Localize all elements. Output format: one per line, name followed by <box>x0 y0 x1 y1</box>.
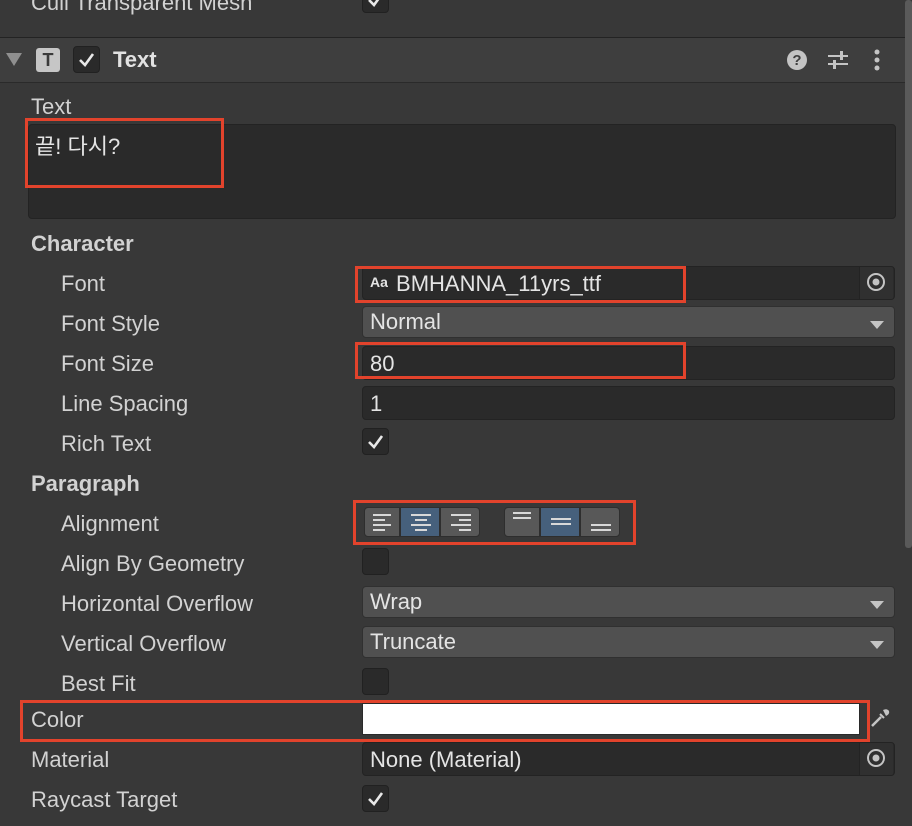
align-top-button[interactable] <box>504 507 540 537</box>
font-object-picker[interactable] <box>859 267 893 299</box>
vertical-overflow-dropdown[interactable]: Truncate <box>362 626 895 658</box>
rich-text-label: Rich Text <box>61 431 152 456</box>
cull-transparent-mesh-checkbox[interactable] <box>362 0 389 13</box>
rich-text-checkbox[interactable] <box>362 428 389 455</box>
help-icon[interactable]: ? <box>786 49 808 71</box>
line-spacing-input[interactable]: 1 <box>362 386 895 420</box>
align-center-icon <box>411 514 431 534</box>
font-size-input[interactable]: 80 <box>362 346 895 380</box>
font-field[interactable]: Aa BMHANNA_11yrs_ttf <box>362 266 895 300</box>
text-area-value: 끝! 다시? <box>35 134 121 159</box>
raycast-target-checkbox[interactable] <box>362 785 389 812</box>
font-label: Font <box>61 271 106 296</box>
chevron-down-icon <box>870 321 884 329</box>
horizontal-overflow-label: Horizontal Overflow <box>61 591 253 616</box>
line-spacing-label: Line Spacing <box>61 391 189 416</box>
align-bottom-button[interactable] <box>580 507 620 537</box>
chevron-down-icon <box>870 641 884 649</box>
best-fit-label: Best Fit <box>61 671 136 696</box>
cull-transparent-mesh-label: Cull Transparent Mesh <box>31 0 253 15</box>
checkmark-icon <box>368 0 380 7</box>
presets-icon[interactable] <box>826 49 850 71</box>
object-picker-icon <box>867 749 885 767</box>
horizontal-overflow-dropdown[interactable]: Wrap <box>362 586 895 618</box>
raycast-target-label: Raycast Target <box>31 787 178 812</box>
align-middle-button[interactable] <box>540 507 580 537</box>
align-top-icon <box>513 512 531 522</box>
align-by-geometry-checkbox[interactable] <box>362 548 389 575</box>
font-style-dropdown[interactable]: Normal <box>362 306 895 338</box>
color-label: Color <box>31 707 84 732</box>
object-picker-icon <box>867 273 885 291</box>
component-enabled-checkbox[interactable] <box>73 46 100 73</box>
text-area[interactable]: 끝! 다시? <box>28 124 896 219</box>
color-swatch[interactable] <box>362 703 860 735</box>
best-fit-checkbox[interactable] <box>362 668 389 695</box>
character-heading: Character <box>31 231 134 256</box>
text-label: Text <box>31 94 72 119</box>
font-asset-icon: Aa <box>370 274 388 290</box>
font-value: BMHANNA_11yrs_ttf <box>396 271 602 296</box>
material-label: Material <box>31 747 110 772</box>
vertical-overflow-label: Vertical Overflow <box>61 631 227 656</box>
chevron-down-icon <box>870 601 884 609</box>
horizontal-overflow-value: Wrap <box>370 589 423 614</box>
align-center-button[interactable] <box>400 507 440 537</box>
more-icon[interactable] <box>872 48 882 72</box>
material-object-picker[interactable] <box>859 743 893 775</box>
material-field[interactable]: None (Material) <box>362 742 895 776</box>
foldout-arrow-icon[interactable] <box>6 53 22 66</box>
material-value: None (Material) <box>370 747 522 772</box>
align-right-icon <box>451 514 471 534</box>
font-style-value: Normal <box>370 309 441 334</box>
checkmark-icon <box>79 53 95 67</box>
svg-text:?: ? <box>792 52 801 69</box>
checkmark-icon <box>368 792 384 806</box>
font-size-label: Font Size <box>61 351 154 376</box>
vertical-overflow-value: Truncate <box>370 629 457 654</box>
align-by-geometry-label: Align By Geometry <box>61 551 245 576</box>
text-component-icon: T <box>36 48 60 72</box>
align-right-button[interactable] <box>440 507 480 537</box>
align-left-icon <box>373 514 391 534</box>
alignment-label: Alignment <box>61 511 159 536</box>
align-left-button[interactable] <box>364 507 400 537</box>
align-bottom-icon <box>591 524 611 534</box>
component-header: T Text ? <box>0 37 912 83</box>
font-style-label: Font Style <box>61 311 161 336</box>
paragraph-heading: Paragraph <box>31 471 140 496</box>
scrollbar-thumb[interactable] <box>905 0 912 548</box>
component-title: Text <box>113 47 157 72</box>
align-middle-icon <box>551 518 571 528</box>
eyedropper-icon[interactable] <box>868 706 892 730</box>
checkmark-icon <box>368 435 384 449</box>
